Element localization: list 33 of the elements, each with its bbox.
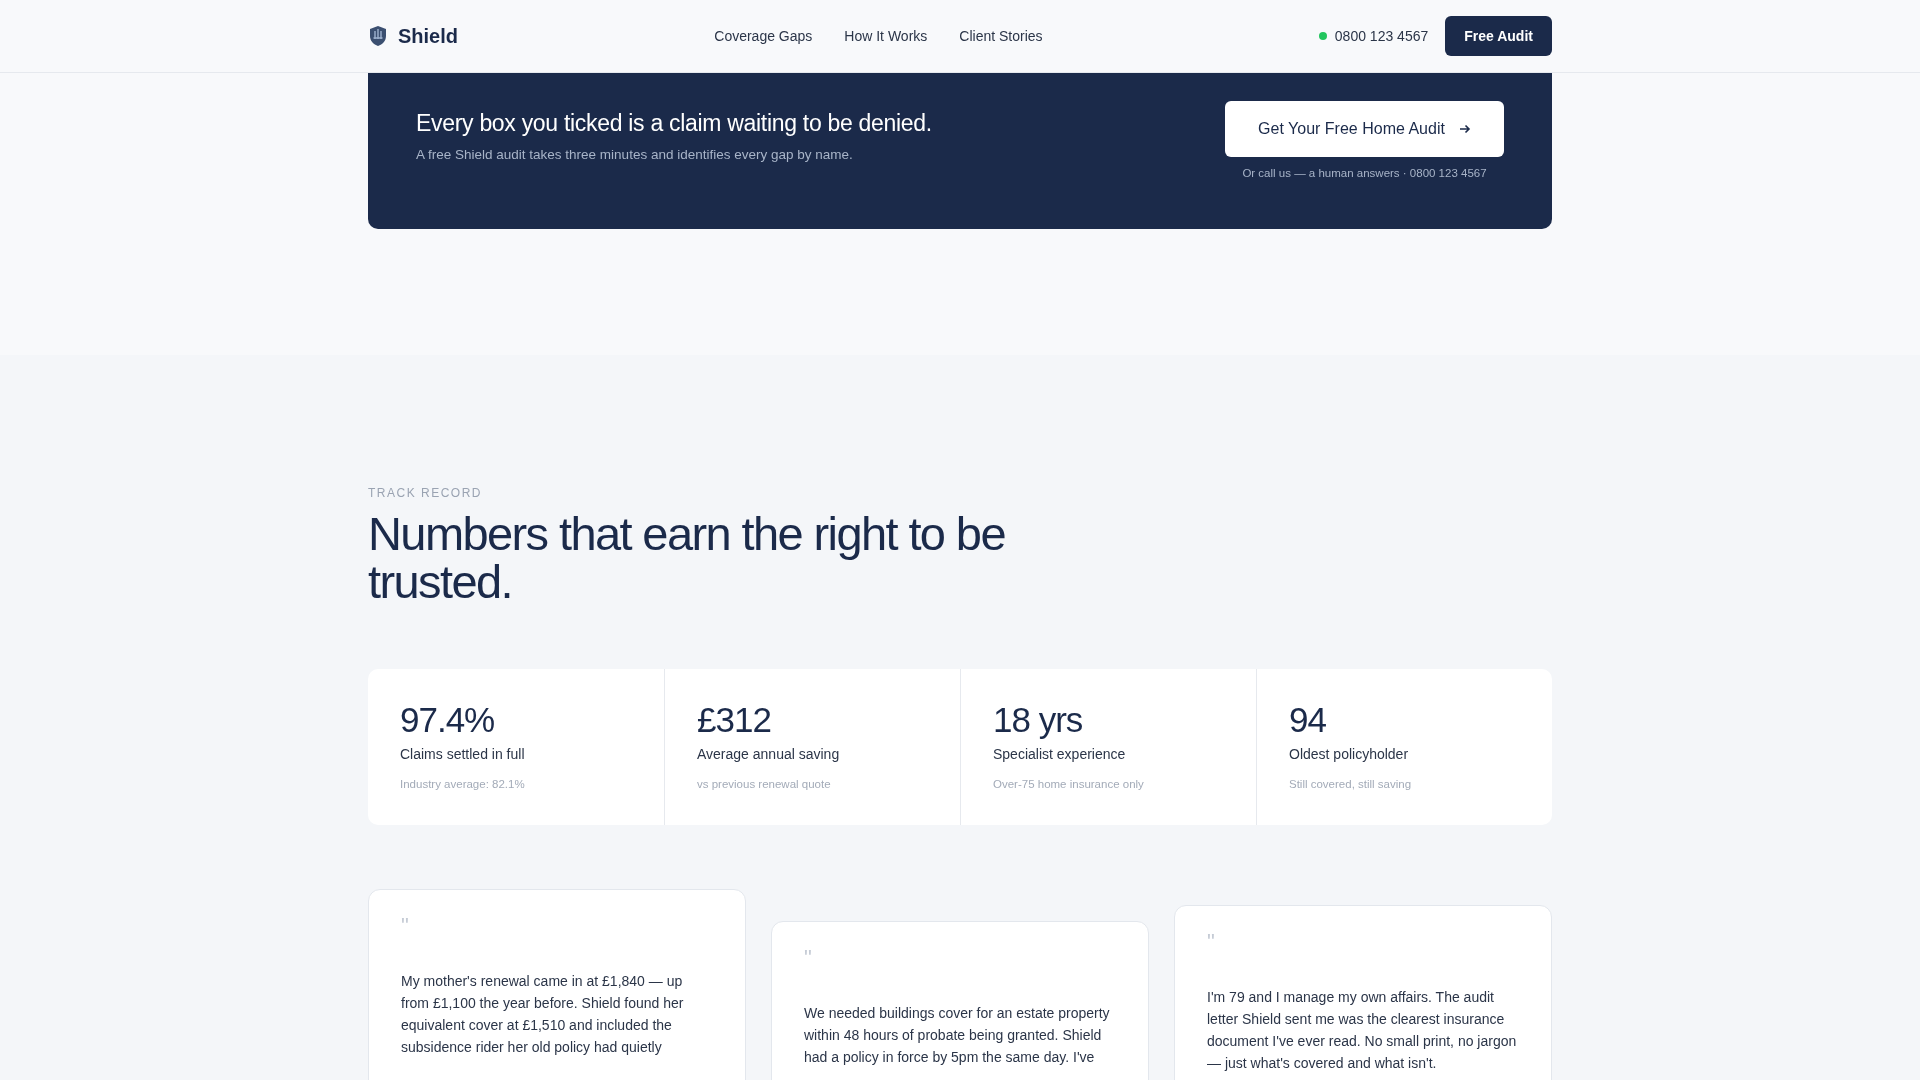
section-heading: Numbers that earn the right to be trusted. — [368, 510, 1006, 606]
stat-label: Specialist experience — [993, 746, 1127, 762]
nav-link[interactable]: How It Works — [844, 28, 928, 44]
home-audit-button[interactable]: Get Your Free Home Audit — [1225, 101, 1504, 157]
testimonial-text: I'm 79 and I manage my own affairs. The audit letter Shield sent me was the clearest insurance document I've ever read. No small print, no jargon — just what's covered and what isn't. — [1207, 988, 1518, 1073]
brand-logo[interactable]: Shield — [368, 24, 458, 48]
section-label: TRACK RECORD — [368, 486, 483, 500]
stat-note: Industry average: 82.1% — [400, 778, 526, 790]
testimonial-text: We needed buildings cover for an estate property within 48 hours of probate being granted. Shield had a policy in force by 5pm the same day. I've — [804, 1004, 1111, 1067]
shield-icon — [368, 25, 388, 47]
nav-link[interactable]: Coverage Gaps — [714, 28, 813, 44]
testimonial-text: My mother's renewal came in at £1,840 — up from £1,100 the year before. Shield found her equivalent cover at £1,510 and included the subsidence rider her old policy had quietly — [401, 972, 685, 1057]
stat-label: Claims settled in full — [400, 746, 526, 762]
banner-headline: Every box you ticked is a claim waiting to be denied. — [416, 110, 933, 137]
stat-note: vs previous renewal quote — [697, 778, 832, 790]
stat-value: 18 yrs — [993, 700, 1084, 740]
stat-label: Average annual saving — [697, 746, 841, 762]
quote-mark: " — [1207, 934, 1216, 950]
stat-note: Still covered, still saving — [1289, 778, 1413, 790]
phone-number: 0800 123 4567 — [1334, 28, 1429, 44]
quote-mark: " — [804, 950, 813, 966]
status-dot-icon — [1318, 32, 1327, 40]
stat-value: 94 — [1289, 700, 1327, 740]
stat-value: £312 — [697, 700, 772, 740]
stat-label: Oldest policyholder — [1289, 746, 1410, 762]
free-audit-button[interactable]: Free Audit — [1445, 16, 1552, 56]
arrow-icon — [1458, 123, 1471, 135]
nav-link[interactable]: Client Stories — [959, 28, 1043, 44]
banner-subtext: A free Shield audit takes three minutes and identifies every gap by name. — [416, 147, 854, 162]
stat-value: 97.4% — [400, 700, 496, 740]
call-note: Or call us — a human answers · 0800 123 4567 — [1242, 167, 1487, 179]
quote-mark: " — [401, 918, 410, 934]
stat-note: Over-75 home insurance only — [993, 778, 1145, 790]
